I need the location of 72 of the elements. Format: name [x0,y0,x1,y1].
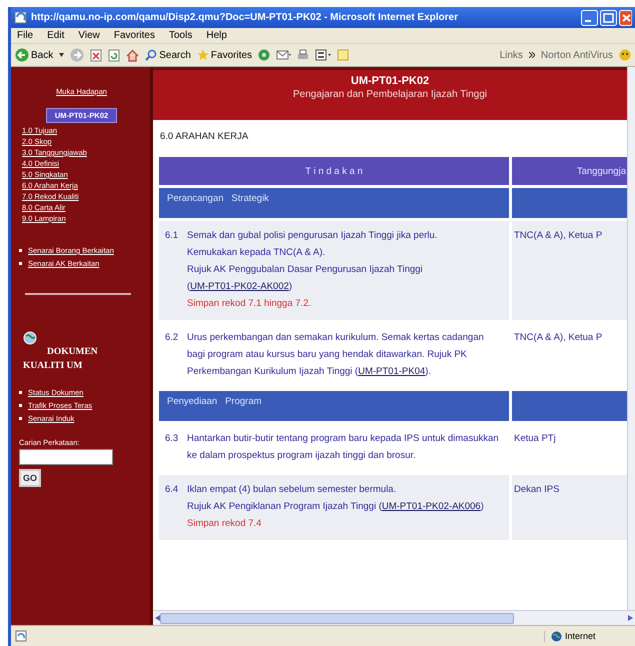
close-icon[interactable] [619,10,632,26]
instruction-text: Rujuk AK Pengiklanan Program Ijazah Tinggi (UM-PT01-PK02-AK006) [187,500,485,514]
document-title: Pengajaran dan Pembelajaran Ijazah Tinggi [292,89,488,100]
menu-item[interactable]: Favorites [114,30,155,41]
document-link[interactable]: UM-PT01-PK02-AK002 [190,281,289,292]
caret-icon[interactable] [59,53,64,57]
media-icon[interactable] [258,49,270,61]
instruction-text: Iklan empat (4) bulan sebelum semester bermula. [187,483,398,497]
responsible-party: Dekan IPS [514,484,560,495]
instruction-text: Kemukakan kepada TNC(A & A). [187,246,326,260]
print-icon[interactable] [297,49,310,61]
group-header: Perancangan Strategik [159,188,509,218]
record-note: Simpan rekod 7.1 hingga 7.2. [187,297,312,311]
step-number: 6.4 [165,483,180,497]
chevron-icon[interactable] [528,52,535,58]
bullet-icon [19,417,22,420]
stop-icon[interactable] [90,48,102,62]
menu-item[interactable]: File [17,30,34,41]
document-link[interactable]: UM-PT01-PK02-AK006 [382,501,481,512]
search-button[interactable]: Search [145,49,191,61]
bullet-icon [19,249,22,252]
globe-icon [23,331,37,345]
menu-item[interactable]: View [78,30,100,41]
instruction-text: Semak dan gubal polisi pengurusan Ijazah Tinggi jika perlu. [187,229,438,243]
bullet-icon [19,391,22,394]
ie-page-icon [14,11,27,24]
favorites-button[interactable]: Favorites [196,49,252,61]
window-title: http://qamu.no-ip.com/qamu/Disp2.qmu?Doc=UM-PT01-PK02 - Microsoft Internet Explorer [31,12,459,23]
search-field[interactable] [19,449,113,465]
home-icon[interactable] [126,48,140,62]
go-button[interactable]: GO [19,469,41,487]
edit-icon[interactable] [315,49,332,61]
step-number: 6.3 [165,432,180,446]
document-link[interactable]: UM-PT01-PK04 [358,366,426,377]
star-icon [196,49,209,61]
section-title: 6.0 ARAHAN KERJA [160,131,250,142]
arrow-right-icon[interactable] [628,615,633,621]
mail-icon[interactable] [276,49,292,61]
vertical-scrollbar[interactable] [627,67,635,610]
bullet-icon [19,404,22,407]
maximize-icon[interactable] [600,10,617,26]
menu-item[interactable]: Tools [168,30,192,41]
record-note: Simpan rekod 7.4 [187,517,262,531]
links-label[interactable]: Links [500,50,523,60]
group-header: Penyediaan Program [159,391,509,421]
menu-item[interactable]: Edit [47,30,64,41]
instruction-text: Rujuk AK Penggubalan Dasar Pengurusan Ijazah Tinggi (UM-PT01-PK02-AK002) [187,263,424,294]
refresh-icon[interactable] [108,48,120,62]
search-icon [145,49,158,61]
scrollbar-thumb[interactable] [160,612,514,624]
zone-label: Internet [565,631,596,641]
document-code: UM-PT01-PK02 [350,75,430,87]
instruction-text: Hantarkan butir-butir tentang program baru kepada IPS untuk dimasukkan ke dalam prospektus program ijazah tinggi dan brosur. [187,432,500,463]
horizontal-scrollbar[interactable] [153,610,635,625]
responsible-party: Ketua PTj [514,433,556,444]
responsible-party: TNC(A & A), Ketua P [514,230,602,241]
step-number: 6.2 [165,331,180,345]
step-number: 6.1 [165,229,180,243]
bullet-icon [19,262,22,265]
back-button[interactable]: Back [15,48,54,62]
responsible-party: TNC(A & A), Ketua P [514,332,602,343]
arrow-left-icon[interactable] [155,615,160,621]
ie-page-icon [15,630,27,642]
minimize-icon[interactable] [581,10,598,26]
toolbar-label[interactable]: Norton AntiVirus [540,50,613,60]
column-header: T i n d a k a n [159,157,509,185]
instruction-text: Urus perkembangan dan semakan kurikulum. Semak kertas cadangan bagi program atau kursus baru yang hendak ditawarkan. Rujuk PK Perkembangan Kurikulum Ijazah Tinggi (UM-PT01-PK04). [187,331,485,379]
section-heading: DOKUMEN KUALITI UM [23,346,99,373]
column-header: Tanggungja [509,157,628,185]
menu-item[interactable]: Help [206,30,227,41]
arrow-left-icon [15,48,29,62]
globe-icon [551,630,562,642]
